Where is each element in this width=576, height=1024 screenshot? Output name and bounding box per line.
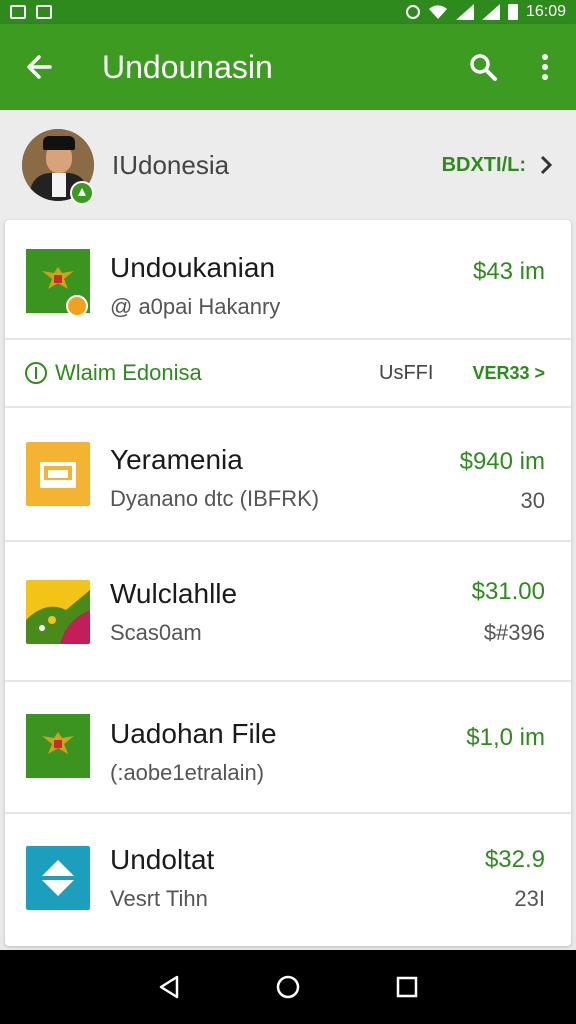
profile-action-link[interactable]: BDXTI/L:	[442, 154, 552, 177]
diamond-icon	[40, 860, 76, 896]
back-button[interactable]	[0, 24, 78, 110]
signal-icon	[481, 4, 500, 20]
folder-icon	[40, 462, 76, 488]
item-subtitle: @ a0pai Hakanry	[110, 294, 281, 319]
page-title: Undounasin	[102, 48, 273, 85]
filter-bar: Wlaim Edonisa UsFFI VER33 >	[5, 340, 571, 408]
list-item[interactable]: Uadohan File (:aobe1etralain) $1,0 im	[5, 682, 571, 814]
item-price: $31.00	[471, 578, 545, 605]
more-options-button[interactable]	[514, 24, 576, 110]
more-vert-icon	[542, 54, 548, 80]
item-subtitle: (:aobe1etralain)	[110, 760, 265, 785]
item-title: Yeramenia	[110, 444, 243, 475]
verified-badge-icon	[70, 181, 94, 205]
item-thumbnail	[26, 580, 90, 644]
system-nav-bar	[0, 950, 576, 1024]
view-more-link[interactable]: VER33 >	[472, 363, 545, 384]
item-subtitle: Scas0am	[110, 620, 202, 645]
signal-icon	[455, 4, 474, 20]
status-time: 16:09	[525, 3, 566, 20]
profile-row[interactable]: IUdonesia BDXTI/L:	[0, 110, 576, 220]
filter-chip[interactable]: Wlaim Edonisa	[25, 360, 202, 386]
item-price: $1,0 im	[466, 724, 545, 751]
nav-recents-icon[interactable]	[395, 975, 419, 999]
gallery-icon	[36, 5, 52, 19]
item-title: Undoukanian	[110, 252, 276, 283]
profile-action-label: BDXTI/L:	[441, 153, 526, 176]
search-icon	[470, 54, 497, 81]
arrow-back-icon	[27, 55, 52, 79]
list-item[interactable]: Undoltat Vesrt Tihn $32.9 23I	[5, 814, 571, 944]
filter-left-label: Wlaim Edonisa	[55, 360, 202, 385]
app-bar: Undounasin	[0, 24, 576, 110]
item-quantity: $#396	[483, 620, 545, 645]
multicolor-artwork-icon	[26, 580, 90, 644]
list-item[interactable]: Yeramenia Dyanano dtc (IBFRK) $940 im 30	[5, 408, 571, 542]
item-quantity: 30	[520, 488, 545, 513]
item-title: Wulclahlle	[110, 578, 238, 609]
item-thumbnail	[26, 249, 90, 317]
wifi-icon	[428, 5, 447, 19]
item-title: Undoltat	[110, 844, 215, 875]
battery-icon	[507, 4, 518, 20]
item-quantity: 23I	[514, 886, 545, 911]
chevron-right-icon	[540, 155, 552, 175]
garuda-emblem-icon	[42, 267, 74, 289]
list-item[interactable]: Wulclahlle Scas0am $31.00 $#396	[5, 542, 571, 682]
info-icon	[25, 362, 47, 384]
garuda-emblem-icon	[42, 732, 74, 754]
item-thumbnail	[26, 442, 90, 506]
item-subtitle: Vesrt Tihn	[110, 886, 208, 911]
search-button[interactable]	[452, 24, 514, 110]
location-pin-icon	[66, 295, 88, 317]
profile-name: IUdonesia	[112, 149, 230, 180]
list-item[interactable]: Undoukanian @ a0pai Hakanry $43 im	[5, 220, 571, 340]
item-thumbnail	[26, 846, 90, 910]
status-bar: 16:09	[0, 0, 576, 24]
alarm-icon	[405, 5, 420, 19]
filter-mid-label: UsFFI	[379, 361, 434, 384]
avatar[interactable]	[22, 129, 94, 205]
nav-home-icon[interactable]	[275, 974, 301, 1000]
item-title: Uadohan File	[110, 718, 277, 749]
item-price: $32.9	[484, 846, 545, 873]
item-price: $43 im	[472, 258, 545, 285]
item-subtitle: Dyanano dtc (IBFRK)	[110, 486, 320, 511]
products-card: Undoukanian @ a0pai Hakanry $43 im Wlaim…	[5, 220, 571, 946]
notification-icon	[10, 5, 26, 19]
item-price: $940 im	[459, 448, 545, 475]
nav-back-icon[interactable]	[157, 974, 181, 1000]
item-thumbnail	[26, 714, 90, 778]
